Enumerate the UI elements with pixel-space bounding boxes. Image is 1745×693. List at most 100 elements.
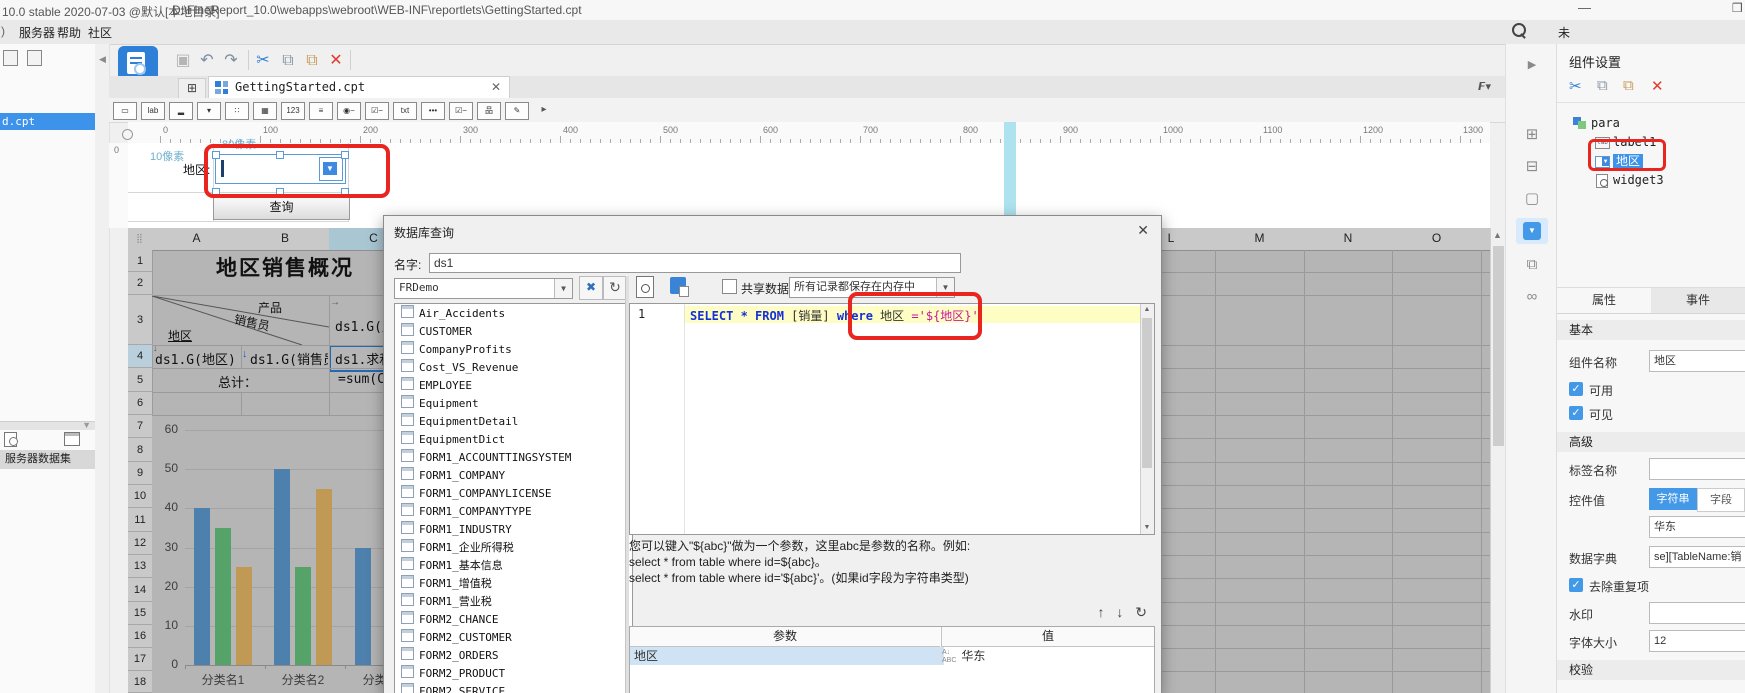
tree-node-para[interactable]: para — [1573, 114, 1620, 132]
row-header-3[interactable]: 3 — [128, 295, 153, 345]
col-header-M[interactable]: M — [1215, 228, 1305, 251]
form-settings-icon[interactable]: ⊞ — [1516, 122, 1548, 148]
scroll-down-icon[interactable]: ▼ — [1141, 522, 1153, 534]
menu-item-community[interactable]: 社区 — [88, 24, 112, 41]
tab-events[interactable]: 事件 — [1651, 288, 1745, 313]
col-header-O[interactable]: O — [1392, 228, 1482, 251]
query-button[interactable]: 查询 — [213, 196, 350, 220]
cell-A5[interactable]: 总计： — [218, 372, 257, 391]
tag-name-input[interactable] — [1649, 458, 1745, 480]
row-header-15[interactable]: 15 — [128, 602, 153, 625]
store-procedure-icon[interactable] — [670, 277, 689, 297]
button-widget-icon[interactable]: ▂ — [169, 102, 193, 120]
bar-chart[interactable]: 0 10 20 30 40 50 60 分类名1 分类名2 分类名3 — [152, 415, 383, 693]
layout-toggle-icon[interactable]: 𝙁▾ — [1478, 80, 1491, 93]
table-list-item[interactable]: EquipmentDict — [395, 430, 632, 448]
paste-icon[interactable]: ⧉ — [301, 50, 323, 72]
datepicker-widget-icon[interactable]: ▦ — [253, 102, 277, 120]
label-widget-icon[interactable]: lab — [141, 102, 165, 120]
table-list-item[interactable]: CompanyProfits — [395, 340, 632, 358]
table-list-item[interactable]: FORM1_企业所得税 — [395, 538, 632, 556]
row-header-9[interactable]: 9 — [128, 462, 153, 485]
copy-icon[interactable]: ⧉ — [1597, 77, 1608, 94]
paste-icon[interactable]: ⧉ — [1623, 77, 1634, 94]
cell-A4[interactable]: ds1.G(地区) — [155, 349, 236, 368]
row-header-1[interactable]: 1 — [128, 250, 153, 272]
redo-icon[interactable]: ↷ — [220, 50, 242, 72]
radio-group-icon[interactable]: ◉− — [337, 102, 361, 120]
table-list-item[interactable]: FORM1_COMPANYTYPE — [395, 502, 632, 520]
chart-bar-series-blue[interactable] — [194, 508, 210, 665]
table-list-item[interactable]: EquipmentDetail — [395, 412, 632, 430]
connection-config-icon[interactable]: ✖ — [579, 276, 603, 300]
data-dict-input[interactable]: se][TableName:销 — [1649, 546, 1745, 568]
dedup-checkbox[interactable]: ✓ — [1569, 578, 1583, 592]
sheet-corner-cell[interactable]: ⣿ — [128, 228, 153, 251]
resize-handle[interactable] — [276, 151, 284, 159]
resize-handle[interactable] — [341, 188, 349, 196]
checkbox-widget-icon[interactable]: ☑− — [449, 102, 473, 120]
table-list-item[interactable]: FORM1_COMPANY — [395, 466, 632, 484]
combobox-dropdown-button[interactable]: ▼ — [319, 157, 343, 181]
row-header-10[interactable]: 10 — [128, 485, 153, 508]
combobox-widget-icon[interactable]: ▾ — [197, 102, 221, 120]
table-list-item[interactable]: FORM1_营业税 — [395, 592, 632, 610]
panel-collapse-strip[interactable]: ◀ — [95, 44, 110, 693]
new-tab-icon[interactable]: ⊞ — [178, 78, 206, 99]
collapse-left-icon[interactable]: ◀ — [99, 54, 106, 65]
left-panel-divider[interactable] — [0, 421, 95, 430]
collapse-right-icon[interactable]: ▶ — [1516, 52, 1548, 78]
param-name-cell[interactable]: 地区 — [630, 647, 944, 665]
refresh-ic[interactable]: ↻ — [603, 276, 627, 300]
share-dataset-checkbox[interactable] — [722, 279, 737, 294]
menu-item-server[interactable]: 服务器 — [19, 24, 55, 41]
table-list-item[interactable]: FORM2_CHANCE — [395, 610, 632, 628]
table-list[interactable]: Air_Accidents CUSTOMER CompanyProfits Cost_… — [394, 303, 633, 693]
tree-node-widget3[interactable]: widget3 — [1595, 171, 1664, 189]
table-list-item[interactable]: FORM1_基本信息 — [395, 556, 632, 574]
param-move-down-icon[interactable]: ↓ — [1116, 604, 1123, 620]
collapse-down-icon[interactable]: ▼ — [82, 420, 91, 430]
row-header-18[interactable]: 18 — [128, 671, 153, 693]
table-list-item[interactable]: CUSTOMER — [395, 322, 632, 340]
undo-icon[interactable]: ↶ — [196, 50, 218, 72]
chart-bar-series-tan[interactable] — [316, 488, 332, 665]
resize-handle[interactable] — [212, 151, 220, 159]
window-preview-icon[interactable] — [64, 432, 80, 446]
tab-properties[interactable]: 属性 — [1557, 288, 1651, 313]
chart-bar-series-tan[interactable] — [236, 567, 252, 665]
chart-bar-series-green[interactable] — [215, 527, 231, 665]
row-header-8[interactable]: 8 — [128, 438, 153, 462]
delete-icon[interactable]: ✕ — [1651, 77, 1664, 95]
widget-value-input[interactable]: 华东 — [1649, 516, 1745, 538]
table-list-item[interactable]: Equipment — [395, 394, 632, 412]
parameter-table[interactable]: 参数 值 地区 A↓ ABC 华东 — [629, 626, 1155, 693]
report-block-icon[interactable]: ▭ — [113, 102, 137, 120]
col-header-B[interactable]: B — [241, 228, 330, 251]
scrollbar-thumb[interactable] — [1493, 246, 1504, 446]
table-list-item[interactable]: FORM2_CUSTOMER — [395, 628, 632, 646]
layer-panel-icon[interactable]: ⧉ — [1516, 252, 1548, 278]
server-dataset-header[interactable]: 服务器数据集 — [0, 450, 100, 469]
write-preview-icon[interactable]: ✎ — [505, 102, 529, 120]
tree-widget-icon[interactable]: 品 — [477, 102, 501, 120]
widget-name-input[interactable]: 地区 — [1649, 350, 1745, 372]
template-icon[interactable] — [3, 50, 18, 66]
row-header-13[interactable]: 13 — [128, 555, 153, 578]
sql-editor[interactable]: 1 SELECT * FROM [销量] where 地区 ='${地区}' ▲… — [629, 303, 1155, 535]
enabled-checkbox[interactable]: ✓ — [1569, 382, 1583, 396]
dataset-name-input[interactable]: ds1 — [429, 253, 961, 273]
copy-icon[interactable]: ⧉ — [277, 50, 299, 72]
menu-item-help[interactable]: 帮助 — [57, 24, 81, 41]
sheet-vertical-scrollbar[interactable]: ▲ — [1490, 228, 1506, 693]
cell-B4[interactable]: ds1.G(销售员) — [250, 349, 328, 368]
border-settings-icon[interactable]: ▢ — [1516, 186, 1548, 212]
table-list-item[interactable]: EMPLOYEE — [395, 376, 632, 394]
chevron-down-icon[interactable]: ▼ — [936, 278, 954, 297]
row-header-6[interactable]: 6 — [128, 392, 153, 415]
value-type-string[interactable]: 字符串 — [1649, 488, 1697, 510]
preview-sql-icon[interactable] — [636, 276, 654, 298]
save-icon[interactable]: ▣ — [172, 50, 194, 72]
table-list-item[interactable]: Cost_VS_Revenue — [395, 358, 632, 376]
value-type-field[interactable]: 字段 — [1697, 488, 1745, 512]
